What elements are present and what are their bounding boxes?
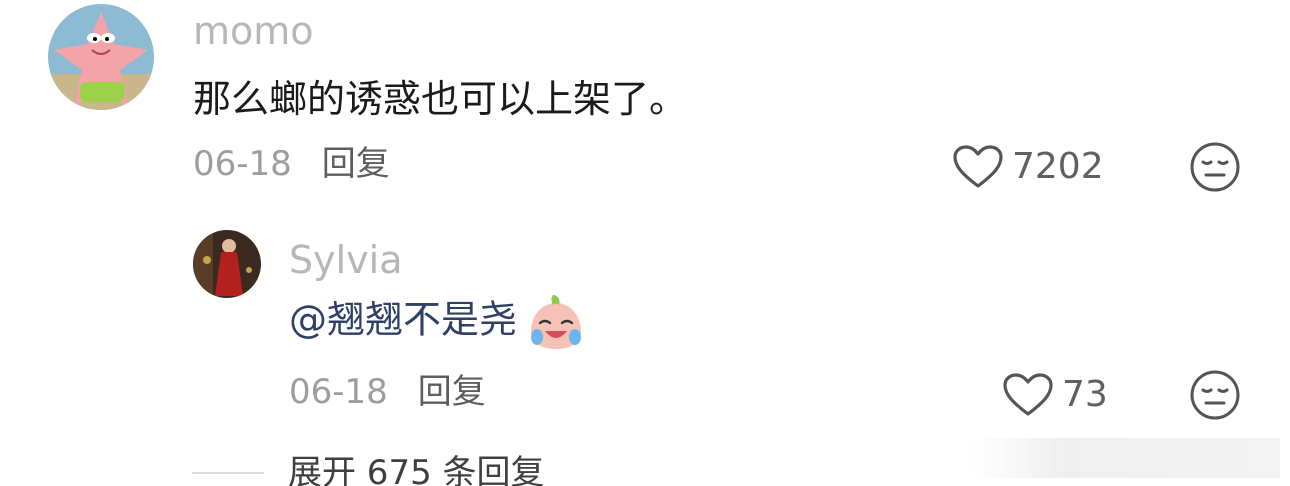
patrick-star-avatar-icon (48, 4, 154, 110)
comment-text: 那么螂的诱惑也可以上架了。 (193, 77, 688, 121)
comment-like-button[interactable]: 7202 (952, 144, 1104, 190)
comment-meta: 06-18 回复 (193, 147, 390, 181)
heart-outline-icon (953, 145, 1003, 188)
reply-meta: 06-18 回复 (289, 375, 486, 409)
reply-reply-button[interactable]: 回复 (418, 372, 486, 412)
reply-mention[interactable]: @翘翘不是尧 (289, 298, 517, 342)
reply-avatar[interactable] (193, 230, 261, 298)
reply-like-count: 73 (1062, 374, 1108, 415)
comment-date: 06-18 (193, 144, 292, 184)
reply-like-button[interactable]: 73 (1002, 372, 1108, 418)
expand-divider (192, 472, 264, 474)
heart-outline-icon (1003, 373, 1053, 416)
bottom-fade-overlay (970, 438, 1280, 478)
reply-text: @翘翘不是尧 (289, 293, 585, 351)
comment-like-count: 7202 (1012, 146, 1104, 187)
woman-in-red-avatar-icon (193, 230, 261, 298)
reply-date: 06-18 (289, 372, 388, 412)
meh-face-icon (1190, 142, 1240, 192)
meh-face-icon (1190, 370, 1240, 420)
comment-avatar[interactable] (48, 4, 154, 110)
comment-dislike-button[interactable] (1188, 140, 1242, 194)
comment-username[interactable]: momo (193, 12, 314, 50)
comment-reply-button[interactable]: 回复 (322, 144, 390, 184)
expand-replies-button[interactable]: 展开 675 条回复 (288, 456, 545, 486)
reply-username[interactable]: Sylvia (289, 241, 403, 279)
crying-laughing-emoji (531, 295, 582, 349)
comment-thread: momo 那么螂的诱惑也可以上架了。 06-18 回复 7202 Sylvia @… (0, 0, 1290, 486)
reply-dislike-button[interactable] (1188, 368, 1242, 422)
